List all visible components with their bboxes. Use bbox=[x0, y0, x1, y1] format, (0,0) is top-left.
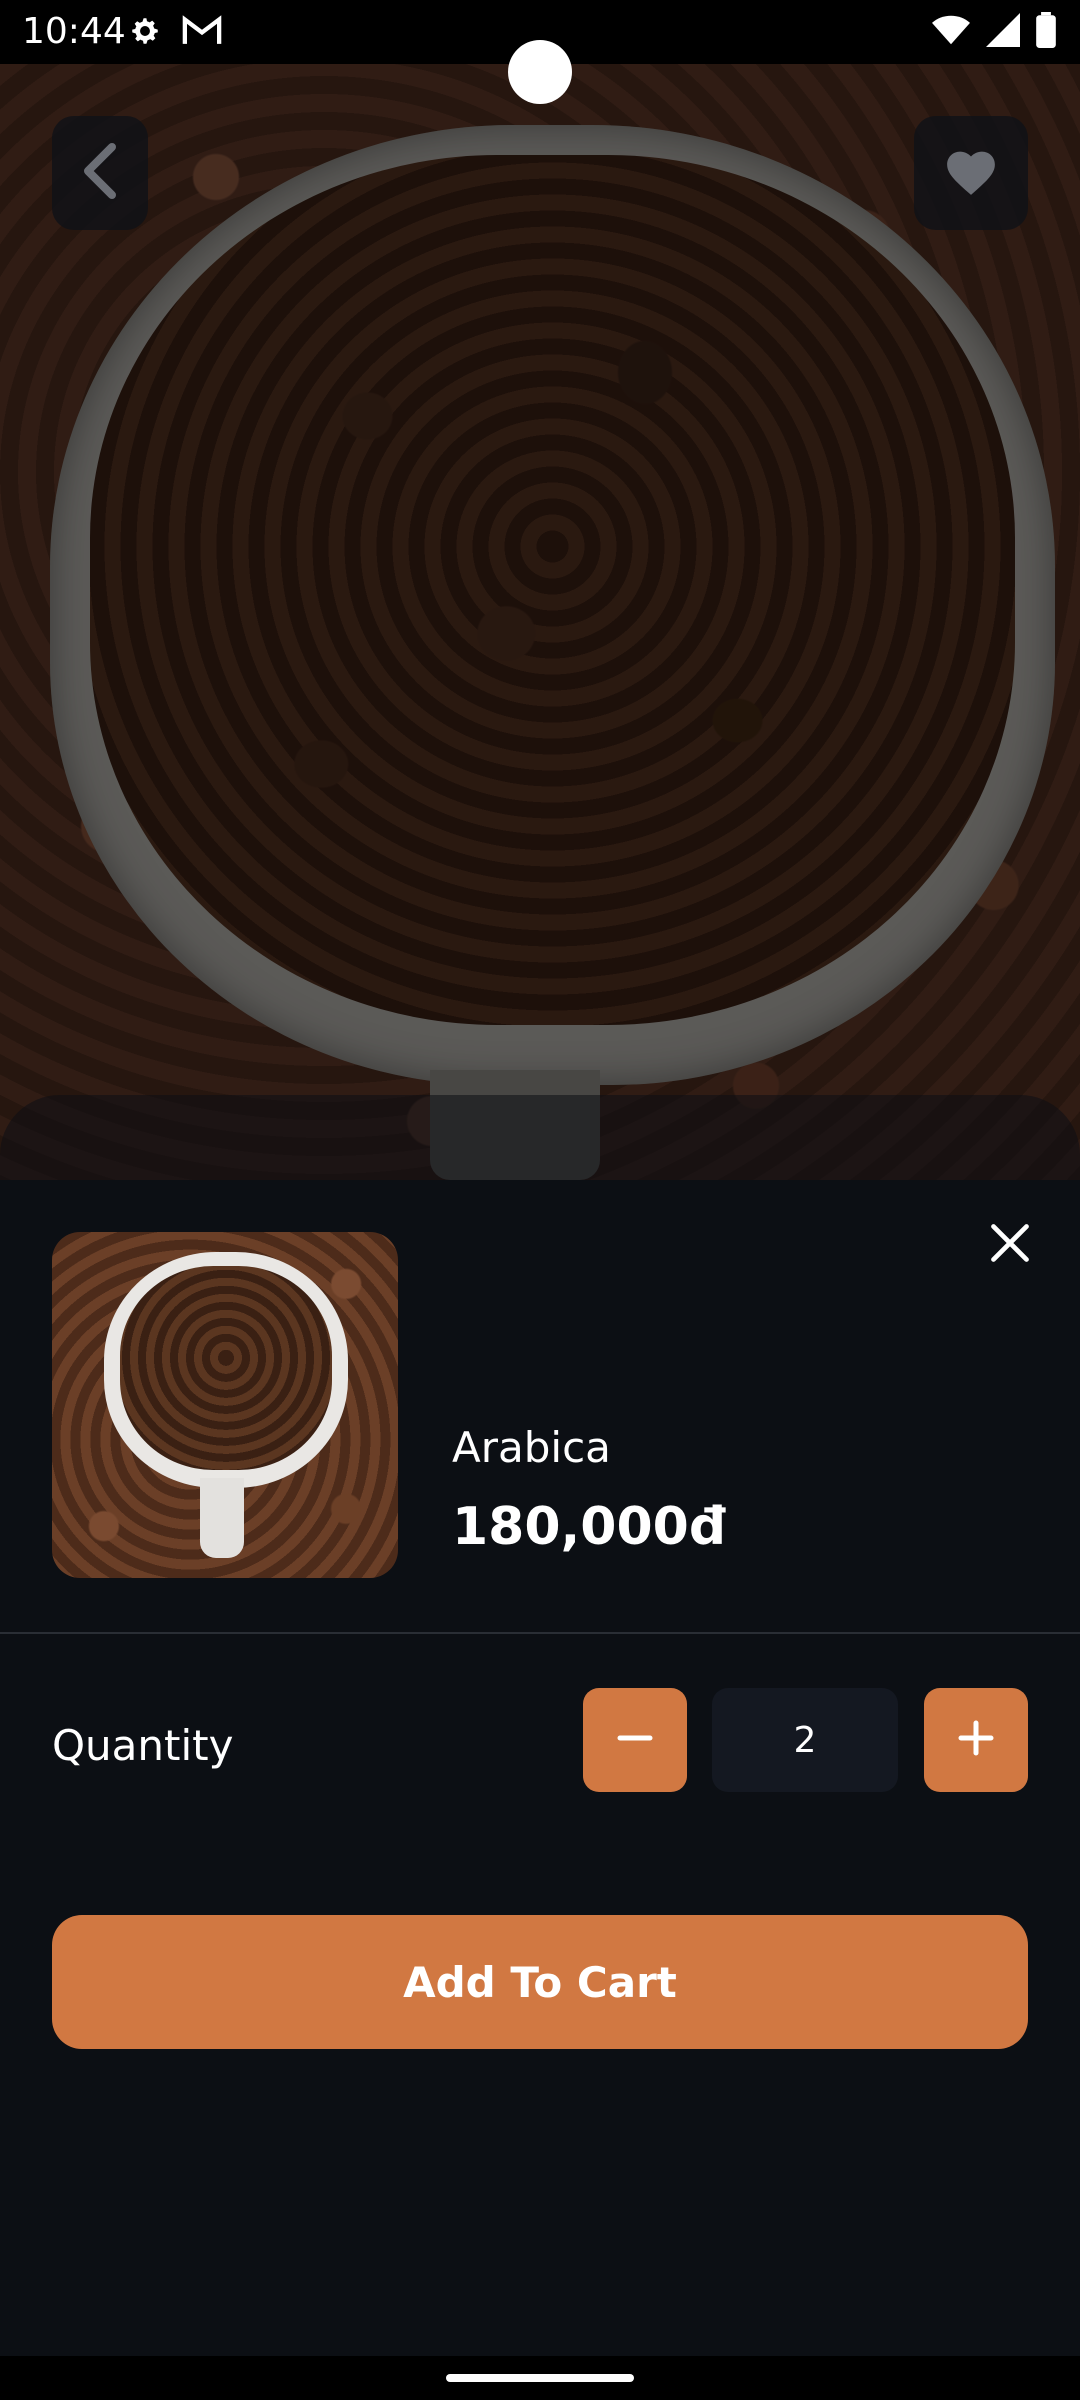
gmail-icon bbox=[182, 14, 222, 52]
increase-quantity-button[interactable] bbox=[924, 1688, 1028, 1792]
plus-icon bbox=[956, 1718, 996, 1762]
product-name: Arabica bbox=[452, 1423, 611, 1472]
quantity-value[interactable]: 2 bbox=[712, 1688, 898, 1792]
thumbnail-handle bbox=[200, 1478, 244, 1558]
product-thumbnail bbox=[52, 1232, 398, 1578]
status-time: 10:44 bbox=[22, 11, 126, 52]
divider bbox=[0, 1632, 1080, 1634]
close-button[interactable] bbox=[980, 1215, 1040, 1275]
thumbnail-bowl bbox=[104, 1252, 348, 1488]
camera-cutout bbox=[508, 40, 572, 104]
signal-icon bbox=[986, 13, 1020, 51]
heart-icon bbox=[943, 146, 999, 200]
home-indicator[interactable] bbox=[446, 2374, 634, 2382]
decrease-quantity-button[interactable] bbox=[583, 1688, 687, 1792]
close-icon bbox=[988, 1221, 1032, 1269]
wifi-icon bbox=[932, 13, 970, 51]
battery-icon bbox=[1036, 12, 1056, 52]
thumbnail-beans bbox=[120, 1266, 332, 1470]
favorite-button[interactable] bbox=[914, 116, 1028, 230]
settings-icon bbox=[128, 14, 162, 52]
quantity-label: Quantity bbox=[52, 1721, 234, 1770]
minus-icon bbox=[615, 1718, 655, 1762]
add-to-cart-button[interactable]: Add To Cart bbox=[52, 1915, 1028, 2049]
add-to-cart-sheet: Arabica 180,000đ Quantity 2 Add To Cart bbox=[0, 1180, 1080, 2400]
product-detail-screen: 10:44 Arabica 180,000đ Quantity 2 Add To… bbox=[0, 0, 1080, 2400]
chevron-left-icon bbox=[80, 141, 120, 205]
back-button[interactable] bbox=[52, 116, 148, 230]
product-price: 180,000đ bbox=[452, 1497, 727, 1557]
